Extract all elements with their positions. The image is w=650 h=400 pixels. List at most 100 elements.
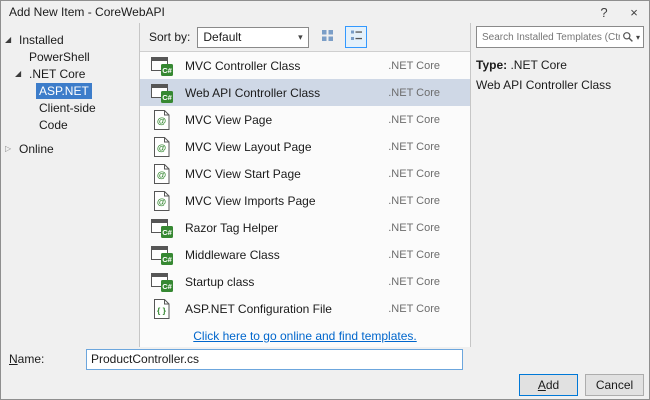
search-box[interactable]: ▾ [476, 26, 644, 48]
svg-text:C#: C# [162, 66, 172, 75]
tree-item-label: PowerShell [26, 49, 93, 65]
name-input[interactable] [86, 349, 463, 370]
template-name: Web API Controller Class [176, 86, 388, 100]
template-platform: .NET Core [388, 87, 440, 99]
search-chevron-down-icon[interactable]: ▾ [634, 33, 640, 42]
name-label-rest: ame: [18, 352, 45, 366]
small-icons-view-icon [321, 29, 334, 45]
tree-expander-icon[interactable]: ◢ [5, 35, 16, 44]
template-row-mvc-view-start-page[interactable]: @ MVC View Start Page.NET Core [140, 160, 470, 187]
tree-expander-icon[interactable]: ◢ [15, 69, 26, 78]
tree-item-net-core[interactable]: ◢.NET Core [1, 65, 139, 82]
template-platform: .NET Core [388, 249, 440, 261]
template-list-container: C#MVC Controller Class.NET CoreC#Web API… [140, 51, 470, 347]
template-name: MVC Controller Class [176, 59, 388, 73]
template-platform: .NET Core [388, 195, 440, 207]
sort-dropdown[interactable]: Default ▾ [197, 27, 309, 48]
svg-text:{ }: { } [157, 305, 167, 315]
template-name: MVC View Imports Page [176, 194, 388, 208]
online-link-row: Click here to go online and find templat… [140, 325, 470, 347]
template-description: Web API Controller Class [476, 78, 644, 92]
csharp-class-icon: C# [150, 217, 176, 239]
tree-item-client-side[interactable]: Client-side [1, 99, 139, 116]
csharp-class-icon: C# [150, 55, 176, 77]
svg-text:@: @ [157, 170, 166, 181]
csharp-class-icon: C# [150, 82, 176, 104]
template-row-mvc-view-imports-page[interactable]: @ MVC View Imports Page.NET Core [140, 187, 470, 214]
category-tree: ◢InstalledPowerShell◢.NET CoreASP.NETCli… [1, 23, 139, 347]
template-list: C#MVC Controller Class.NET CoreC#Web API… [140, 52, 470, 325]
template-name: MVC View Start Page [176, 167, 388, 181]
titlebar[interactable]: Add New Item - CoreWebAPI ? × [1, 1, 649, 23]
add-rest: dd [546, 378, 559, 392]
template-row-asp-net-configuration-file[interactable]: { }ASP.NET Configuration File.NET Core [140, 295, 470, 322]
chevron-down-icon: ▾ [292, 32, 308, 43]
window-title: Add New Item - CoreWebAPI [1, 5, 589, 19]
tree-item-label: .NET Core [26, 66, 88, 82]
svg-text:@: @ [157, 116, 166, 127]
cancel-button[interactable]: Cancel [585, 374, 644, 396]
csharp-class-icon: C# [150, 244, 176, 266]
button-row: Add Cancel [1, 371, 649, 399]
tree-item-online[interactable]: ▷Online [1, 140, 139, 157]
tree-item-installed[interactable]: ◢Installed [1, 31, 139, 48]
template-pane: Sort by: Default ▾ C#MVC Controlle [139, 23, 471, 347]
svg-text:@: @ [157, 197, 166, 208]
config-file-icon: { } [150, 298, 176, 320]
svg-text:C#: C# [162, 282, 172, 291]
add-accelerator: A [538, 378, 546, 392]
add-button[interactable]: Add [519, 374, 578, 396]
name-row: Name: [1, 347, 649, 371]
template-row-mvc-controller-class[interactable]: C# MVC Controller Class.NET Core [140, 52, 470, 79]
tree-item-label: Installed [16, 32, 67, 48]
svg-text:@: @ [157, 143, 166, 154]
view-page-icon: @ [150, 136, 176, 158]
tree-item-label: Code [36, 117, 71, 133]
view-page-icon: @ [150, 109, 176, 131]
svg-text:C#: C# [162, 255, 172, 264]
view-page-icon: @ [150, 190, 176, 212]
template-platform: .NET Core [388, 303, 440, 315]
template-row-razor-tag-helper[interactable]: C# Razor Tag Helper.NET Core [140, 214, 470, 241]
tree-item-asp-net[interactable]: ASP.NET [1, 82, 139, 99]
template-name: MVC View Page [176, 113, 388, 127]
template-row-middleware-class[interactable]: C# Middleware Class.NET Core [140, 241, 470, 268]
svg-text:C#: C# [162, 228, 172, 237]
search-input[interactable] [480, 31, 622, 44]
template-name: Startup class [176, 275, 388, 289]
type-value: .NET Core [507, 58, 567, 72]
template-platform: .NET Core [388, 114, 440, 126]
sort-toolbar: Sort by: Default ▾ [140, 23, 470, 51]
search-icon[interactable] [622, 31, 634, 43]
template-row-web-api-controller-class[interactable]: C# Web API Controller Class.NET Core [140, 79, 470, 106]
template-platform: .NET Core [388, 222, 440, 234]
help-button[interactable]: ? [589, 1, 619, 23]
type-line: Type: .NET Core [476, 58, 644, 72]
online-templates-link[interactable]: Click here to go online and find templat… [193, 329, 416, 343]
template-platform: .NET Core [388, 141, 440, 153]
svg-text:C#: C# [162, 93, 172, 102]
name-label-accelerator: N [9, 352, 18, 366]
template-platform: .NET Core [388, 276, 440, 288]
template-platform: .NET Core [388, 168, 440, 180]
tree-item-label: ASP.NET [36, 83, 92, 99]
csharp-class-icon: C# [150, 271, 176, 293]
template-row-mvc-view-layout-page[interactable]: @MVC View Layout Page.NET Core [140, 133, 470, 160]
dialog-body: ◢InstalledPowerShell◢.NET CoreASP.NETCli… [1, 23, 649, 347]
template-row-startup-class[interactable]: C# Startup class.NET Core [140, 268, 470, 295]
tree-item-code[interactable]: Code [1, 116, 139, 133]
tree-expander-icon[interactable]: ▷ [5, 144, 16, 153]
cancel-label: Cancel [596, 378, 633, 392]
small-icons-view-button[interactable] [316, 26, 338, 48]
tree-item-powershell[interactable]: PowerShell [1, 48, 139, 65]
view-page-icon: @ [150, 163, 176, 185]
list-view-button[interactable] [345, 26, 367, 48]
add-new-item-dialog: Add New Item - CoreWebAPI ? × ◢Installed… [0, 0, 650, 400]
close-button[interactable]: × [619, 1, 649, 23]
template-name: Razor Tag Helper [176, 221, 388, 235]
details-pane: ▾ Type: .NET Core Web API Controller Cla… [471, 23, 649, 347]
template-platform: .NET Core [388, 60, 440, 72]
tree-item-label: Client-side [36, 100, 99, 116]
template-name: Middleware Class [176, 248, 388, 262]
template-row-mvc-view-page[interactable]: @ MVC View Page.NET Core [140, 106, 470, 133]
